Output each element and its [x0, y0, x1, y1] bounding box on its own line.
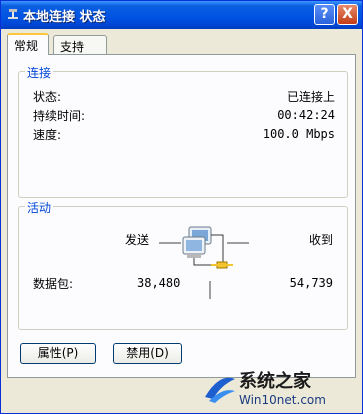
watermark-logo-icon [205, 377, 235, 403]
watermark-line1: 系统之家 [239, 371, 311, 392]
duration-value: 00:42:24 [277, 108, 335, 122]
activity-group-title: 活动 [25, 199, 54, 216]
speed-value: 100.0 Mbps [262, 127, 335, 141]
connection-group-title: 连接 [25, 64, 54, 81]
status-dialog: 本地连接 状态 ? X 常规 支持 连接 状态: 已连接上 持续时间: 00:4… [0, 0, 363, 414]
window-title: 本地连接 状态 [23, 10, 106, 25]
sent-label: 发送 [125, 233, 150, 247]
packets-label: 数据包: [33, 277, 74, 291]
duration-label: 持续时间: [33, 109, 86, 123]
received-label: 收到 [308, 233, 333, 247]
status-value: 已连接上 [286, 90, 335, 104]
tab-general[interactable]: 常规 [7, 33, 49, 55]
help-button[interactable]: ? [314, 4, 335, 25]
disable-button[interactable]: 禁用(D) [113, 343, 182, 364]
network-connection-icon [8, 9, 18, 19]
packets-sent-value: 38,480 [137, 276, 181, 290]
watermark-line2: Win10net.com [239, 393, 326, 407]
tab-panel-general: 连接 状态: 已连接上 持续时间: 00:42:24 速度: 100.0 Mbp… [7, 54, 356, 378]
properties-button[interactable]: 属性(P) [20, 343, 96, 364]
status-label: 状态: [33, 90, 62, 104]
activity-group: 活动 发送 收到 数据包: 38,480 54,739 [18, 199, 348, 330]
title-bar[interactable]: 本地连接 状态 ? X [1, 1, 362, 29]
packets-received-value: 54,739 [289, 276, 333, 290]
speed-label: 速度: [33, 128, 62, 142]
watermark: 系统之家 Win10net.com [201, 363, 363, 414]
tab-support[interactable]: 支持 [53, 35, 107, 54]
connection-group: 连接 状态: 已连接上 持续时间: 00:42:24 速度: 100.0 Mbp… [18, 64, 348, 198]
close-button[interactable]: X [337, 4, 358, 25]
